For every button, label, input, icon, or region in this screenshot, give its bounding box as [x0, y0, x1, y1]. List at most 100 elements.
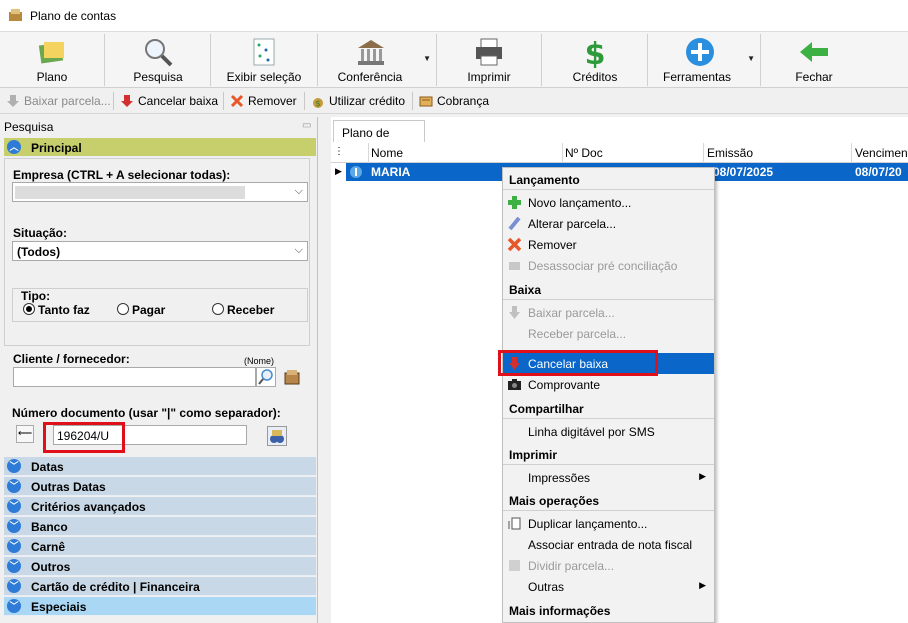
dollar-icon: $: [585, 37, 606, 68]
ribbon-separator: [760, 34, 761, 86]
tab-plano-de-contas[interactable]: Plano de contas: [333, 120, 425, 154]
menu-item-alterar-parcela[interactable]: Alterar parcela...: [503, 213, 714, 234]
pesquisa-button[interactable]: Pesquisa: [106, 32, 210, 88]
ribbon-separator: [317, 34, 318, 86]
menu-item-duplicar[interactable]: Duplicar lançamento...: [503, 513, 714, 534]
fechar-label: Fechar: [795, 70, 833, 84]
expand-icon: ﹀: [7, 559, 21, 573]
menu-item-impressoes-label: Impressões: [528, 471, 591, 485]
plano-button[interactable]: Plano: [2, 32, 102, 88]
section-cartao[interactable]: ﹀ Cartão de crédito | Financeira: [4, 577, 316, 596]
remove-x-icon: [230, 94, 244, 108]
empresa-selected-value: [15, 186, 245, 199]
chevron-down-icon[interactable]: ▼: [747, 54, 755, 63]
section-banco[interactable]: ﹀ Banco: [4, 517, 316, 536]
remove-x-icon: [507, 237, 522, 252]
baixar-parcela-button[interactable]: Baixar parcela...: [6, 92, 111, 110]
section-cartao-label: Cartão de crédito | Financeira: [31, 580, 200, 594]
magnifier-icon: [145, 39, 173, 67]
menu-item-associar-label: Associar entrada de nota fiscal: [528, 538, 693, 552]
section-outros[interactable]: ﹀ Outros: [4, 557, 316, 576]
cancelar-baixa-button[interactable]: Cancelar baixa: [120, 92, 218, 110]
menu-item-outras[interactable]: Outras ▶: [503, 576, 714, 597]
money-bag-icon: $: [313, 98, 323, 108]
empresa-combo[interactable]: ⌵: [12, 182, 308, 202]
menu-item-comprovante[interactable]: Comprovante: [503, 374, 714, 395]
menu-item-receber-parcela[interactable]: Receber parcela...: [503, 323, 714, 344]
menu-item-novo-label: Novo lançamento...: [528, 196, 632, 210]
chevron-down-icon: ⌵: [294, 185, 303, 197]
menu-item-remover[interactable]: Remover: [503, 234, 714, 255]
submenu-arrow-icon: ▶: [699, 580, 706, 590]
ferramentas-label: Ferramentas: [662, 70, 732, 84]
radio-pagar-label[interactable]: Pagar: [132, 303, 165, 317]
ribbon-separator: [541, 34, 542, 86]
menu-item-dividir-label: Dividir parcela...: [528, 559, 615, 573]
insert-separator-button[interactable]: ⟵: [16, 425, 34, 443]
exibir-selecao-button[interactable]: Exibir seleção: [212, 32, 316, 88]
section-carne-label: Carnê: [31, 540, 66, 554]
ribbon-separator: [436, 34, 437, 86]
section-criterios[interactable]: ﹀ Critérios avançados: [4, 497, 316, 516]
conferencia-button[interactable]: Conferência ▼: [319, 32, 435, 88]
chevron-down-icon[interactable]: ▼: [423, 54, 431, 63]
cliente-input[interactable]: [13, 367, 256, 387]
column-vencimento[interactable]: Vencimento: [855, 146, 908, 160]
section-datas[interactable]: ﹀ Datas: [4, 457, 316, 476]
section-criterios-label: Critérios avançados: [31, 500, 146, 514]
grid-header: ⋮ Nome Nº Doc Emissão Vencimento: [331, 143, 908, 163]
menu-item-novo-lancamento[interactable]: Novo lançamento...: [503, 192, 714, 213]
pin-icon[interactable]: ▭: [302, 120, 311, 131]
menu-item-desassociar[interactable]: Desassociar pré conciliação: [503, 255, 714, 276]
search-icon: [258, 369, 273, 385]
cell-nome: MARIA: [371, 165, 411, 179]
numero-lookup-button[interactable]: [267, 426, 287, 446]
menu-item-impressoes[interactable]: Impressões ▶: [503, 467, 714, 488]
radio-pagar[interactable]: [117, 303, 129, 315]
section-carne[interactable]: ﹀ Carnê: [4, 537, 316, 556]
highlight-cancelar-baixa: [498, 350, 658, 376]
conferencia-label: Conferência: [337, 70, 403, 84]
menu-item-dividir[interactable]: Dividir parcela...: [503, 555, 714, 576]
ribbon: Plano Pesquisa Exibir seleção Conferênci…: [0, 32, 908, 88]
menu-item-associar[interactable]: Associar entrada de nota fiscal: [503, 534, 714, 555]
cliente-cadastro-button[interactable]: [283, 368, 301, 386]
imprimir-button[interactable]: Imprimir: [438, 32, 540, 88]
menu-header-imprimir: Imprimir: [503, 443, 714, 465]
toolbar-separator: [113, 92, 114, 110]
cancelar-baixa-label: Cancelar baixa: [138, 94, 219, 108]
add-green-icon: [508, 196, 521, 209]
section-outras-datas[interactable]: ﹀ Outras Datas: [4, 477, 316, 496]
cliente-search-button[interactable]: [256, 367, 276, 387]
menu-item-linha-digitavel[interactable]: Linha digitável por SMS: [503, 421, 714, 442]
creditos-button[interactable]: $ Créditos: [543, 32, 647, 88]
situacao-combo[interactable]: (Todos) ⌵: [12, 241, 308, 261]
svg-text:$: $: [315, 99, 320, 108]
fechar-button[interactable]: Fechar: [762, 32, 866, 88]
column-chooser-icon[interactable]: ⋮: [334, 146, 344, 157]
svg-text:$: $: [585, 37, 606, 68]
radio-receber[interactable]: [212, 303, 224, 315]
binoculars-icon: [270, 430, 284, 443]
radio-tanto-faz-label[interactable]: Tanto faz: [38, 303, 90, 317]
menu-item-desassociar-label: Desassociar pré conciliação: [528, 259, 678, 273]
section-principal[interactable]: ︿ Principal: [4, 138, 316, 157]
expand-icon: ﹀: [7, 499, 21, 513]
chevron-down-icon: ⌵: [294, 244, 303, 256]
utilizar-credito-button[interactable]: $ Utilizar crédito: [311, 92, 405, 110]
search-pane-header: Pesquisa: [4, 120, 54, 134]
section-especiais[interactable]: ﹀ Especiais: [4, 597, 316, 616]
cobranca-button[interactable]: Cobrança: [419, 92, 489, 110]
expand-icon: ﹀: [7, 479, 21, 493]
menu-item-baixar-parcela[interactable]: Baixar parcela...: [503, 302, 714, 323]
ferramentas-button[interactable]: Ferramentas ▼: [649, 32, 759, 88]
menu-header-lancamento: Lançamento: [503, 168, 714, 190]
remover-button[interactable]: Remover: [230, 92, 297, 110]
column-numero-doc[interactable]: Nº Doc: [565, 146, 603, 160]
radio-receber-label[interactable]: Receber: [227, 303, 274, 317]
radio-tanto-faz[interactable]: [23, 303, 35, 315]
ribbon-separator: [104, 34, 105, 86]
box-icon: [284, 370, 300, 385]
column-nome[interactable]: Nome: [371, 146, 403, 160]
column-emissao[interactable]: Emissão: [707, 146, 753, 160]
